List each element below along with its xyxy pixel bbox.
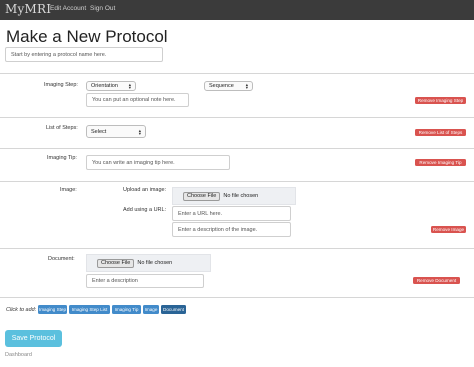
add-imaging-step-button[interactable]: Imaging Step [38, 305, 67, 314]
choose-file-button[interactable]: Choose File [183, 191, 221, 201]
select-arrows-icon: ▴ ▾ [245, 82, 248, 90]
add-document-button[interactable]: Document [161, 305, 186, 314]
no-file-text: No file chosen [137, 260, 173, 266]
image-section [0, 181, 474, 182]
no-file-text: No file chosen [223, 193, 259, 199]
image-file-input[interactable]: Choose File No file chosen [172, 187, 296, 205]
imaging-step-select[interactable]: Orientation ▴ ▾ [86, 81, 136, 91]
page-title: Make a New Protocol [6, 27, 168, 46]
add-bar-divider [0, 297, 474, 298]
top-navbar: MyMRI Edit Account Sign Out [0, 0, 474, 20]
upload-image-label: Upload an image: [123, 187, 167, 193]
image-url-input[interactable]: Enter a URL here. [172, 206, 291, 221]
document-label: Document: [48, 256, 75, 262]
document-description-input[interactable]: Enter a description [86, 274, 204, 288]
edit-account-link[interactable]: Edit Account [50, 5, 86, 12]
imaging-tip-input[interactable]: You can write an imaging tip here. [86, 155, 230, 170]
remove-list-of-steps-button[interactable]: Remove List of Steps [415, 129, 466, 136]
protocol-name-input[interactable]: Start by entering a protocol name here. [5, 47, 163, 62]
remove-imaging-step-button[interactable]: Remove Imaging Step [415, 97, 466, 104]
add-imaging-step-list-button[interactable]: Imaging Step List [69, 305, 110, 314]
imaging-step-label: Imaging Step: [44, 82, 78, 88]
list-of-steps-label: List of Steps: [46, 125, 78, 131]
imaging-tip-label: Imaging Tip: [47, 155, 77, 161]
sequence-select[interactable]: Sequence ▴ ▾ [204, 81, 253, 91]
remove-imaging-tip-button[interactable]: Remove Imaging Tip [415, 159, 466, 166]
click-to-add-label: Click to add: [6, 307, 37, 313]
list-of-steps-select[interactable]: Select ▴ ▾ [86, 125, 146, 138]
image-label: Image: [60, 187, 77, 193]
url-label: Add using a URL: [123, 207, 167, 213]
add-image-button[interactable]: Image [143, 305, 159, 314]
choose-file-button[interactable]: Choose File [97, 258, 135, 268]
image-description-input[interactable]: Enter a description of the image. [172, 222, 291, 237]
select-arrows-icon: ▴ ▾ [128, 82, 131, 90]
dashboard-link[interactable]: Dashboard [5, 352, 32, 358]
imaging-tip-section [0, 148, 474, 149]
imaging-step-note-input[interactable]: You can put an optional note here. [86, 93, 189, 107]
brand-logo[interactable]: MyMRI [5, 2, 51, 16]
add-imaging-tip-button[interactable]: Imaging Tip [112, 305, 141, 314]
document-section [0, 248, 474, 249]
sign-out-link[interactable]: Sign Out [90, 5, 115, 12]
save-protocol-button[interactable]: Save Protocol [5, 330, 62, 347]
select-arrows-icon: ▴ ▾ [138, 127, 141, 136]
remove-document-button[interactable]: Remove Document [413, 277, 460, 284]
imaging-step-section [0, 73, 474, 74]
document-file-input[interactable]: Choose File No file chosen [86, 254, 211, 272]
remove-image-button[interactable]: Remove Image [431, 226, 466, 233]
list-of-steps-section [0, 117, 474, 118]
